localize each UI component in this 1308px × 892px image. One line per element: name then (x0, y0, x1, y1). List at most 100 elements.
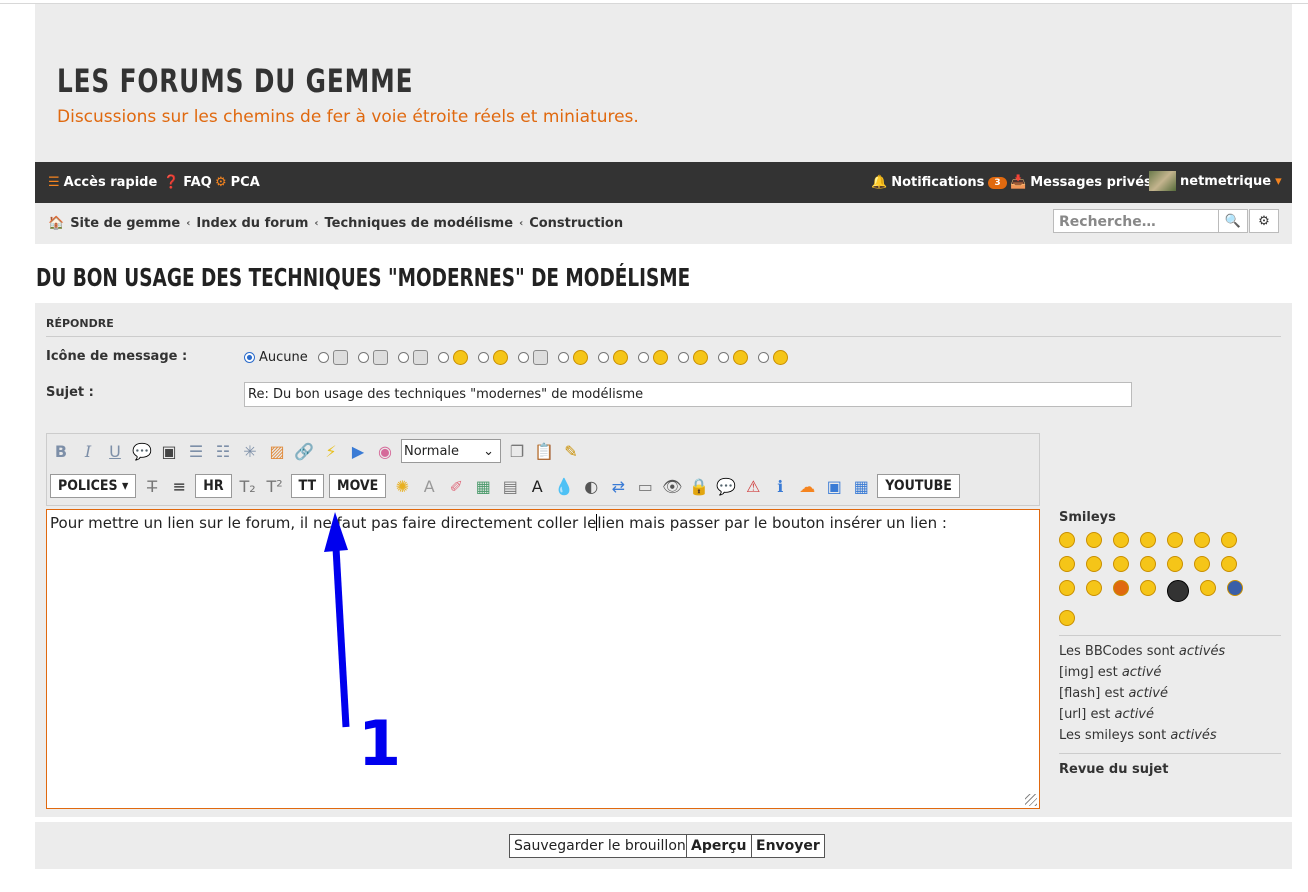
smiley-icon[interactable] (1086, 580, 1102, 596)
smiley-icon[interactable] (1167, 580, 1189, 602)
shadow-icon[interactable]: A (418, 475, 440, 497)
grid-icon[interactable]: ▦ (850, 475, 872, 497)
bullet-list-icon[interactable]: ☰ (185, 440, 207, 462)
move-button[interactable]: MOVE (329, 474, 387, 498)
subject-input[interactable]: Re: Du bon usage des techniques "moderne… (244, 382, 1132, 407)
swap-icon[interactable]: ⇄ (607, 475, 629, 497)
smiley-icon[interactable] (1086, 556, 1102, 572)
smiley-icon[interactable] (1086, 532, 1102, 548)
code-icon[interactable]: ▣ (158, 440, 180, 462)
subscript-icon[interactable]: T₂ (237, 475, 259, 497)
pca-link[interactable]: ⚙ PCA (215, 175, 260, 190)
radio-icon[interactable] (437, 352, 449, 363)
smiley-icon[interactable] (1059, 610, 1075, 626)
smiley-icon[interactable] (1113, 532, 1129, 548)
strikethrough-icon[interactable]: T̶ (141, 475, 163, 497)
lock-icon[interactable]: 🔒 (688, 475, 710, 497)
smiley-icon[interactable] (1113, 556, 1129, 572)
align-center-icon[interactable]: ≡ (168, 475, 190, 497)
spoiler-icon[interactable]: 👁 (661, 475, 683, 497)
media-icon[interactable]: ▣ (823, 475, 845, 497)
paste-icon[interactable]: 📋 (533, 440, 555, 462)
breadcrumb-item[interactable]: Techniques de modélisme (325, 216, 514, 231)
breadcrumb-item[interactable]: Construction (529, 216, 623, 231)
bold-icon[interactable]: B (50, 440, 72, 462)
search-input[interactable]: Recherche… (1053, 209, 1219, 233)
advanced-search-button[interactable]: ⚙ (1249, 209, 1279, 233)
message-textarea[interactable]: Pour mettre un lien sur le forum, il ne … (46, 509, 1040, 809)
smiley-icon[interactable] (1140, 580, 1156, 596)
breadcrumb-item[interactable]: Index du forum (196, 216, 308, 231)
smiley-icon[interactable] (1140, 532, 1156, 548)
speech-icon[interactable]: 💬 (715, 475, 737, 497)
soundcloud-icon[interactable]: ☁ (796, 475, 818, 497)
notifications-link[interactable]: 🔔 Notifications 3 (871, 175, 1007, 190)
radio-icon[interactable] (677, 352, 689, 363)
image-icon[interactable]: ▨ (266, 440, 288, 462)
highlight-icon[interactable]: ✐ (445, 475, 467, 497)
quote-icon[interactable]: 💬 (131, 440, 153, 462)
fonts-dropdown[interactable]: POLICES ▾ (50, 474, 137, 498)
color-icon[interactable]: ◉ (374, 440, 396, 462)
link-icon[interactable]: 🔗 (293, 440, 315, 462)
flash-icon[interactable]: ⚡ (320, 440, 342, 462)
smiley-icon[interactable] (1227, 580, 1243, 596)
tt-button[interactable]: TT (290, 474, 325, 498)
font-size-select[interactable]: Normale ⌄ (401, 439, 501, 463)
radio-icon[interactable] (357, 352, 369, 363)
radio-icon[interactable] (597, 352, 609, 363)
smiley-icon[interactable] (1140, 556, 1156, 572)
smiley-icon[interactable] (1059, 556, 1075, 572)
radio-icon[interactable] (517, 352, 529, 363)
quick-access-menu[interactable]: ☰ Accès rapide (48, 175, 157, 190)
topic-title[interactable]: DU BON USAGE DES TECHNIQUES "MODERNES" D… (36, 263, 690, 292)
smiley-icon[interactable] (1113, 580, 1129, 596)
contrast-icon[interactable]: ◐ (580, 475, 602, 497)
info-icon[interactable]: ℹ (769, 475, 791, 497)
smiley-icon[interactable] (1221, 556, 1237, 572)
preview-button[interactable]: Aperçu (686, 834, 752, 858)
drop-icon[interactable]: 💧 (553, 475, 575, 497)
box-icon[interactable]: ▭ (634, 475, 656, 497)
numbered-list-icon[interactable]: ☷ (212, 440, 234, 462)
submit-button[interactable]: Envoyer (751, 834, 825, 858)
radio-icon[interactable] (637, 352, 649, 363)
save-draft-button[interactable]: Sauvegarder le brouillon (509, 834, 691, 858)
copy-icon[interactable]: ❐ (506, 440, 528, 462)
hr-button[interactable]: HR (195, 474, 232, 498)
window-icon[interactable]: ▤ (499, 475, 521, 497)
italic-icon[interactable]: I (77, 440, 99, 462)
radio-icon[interactable] (557, 352, 569, 363)
smiley-icon[interactable] (1167, 556, 1183, 572)
smiley-icon[interactable] (1167, 532, 1183, 548)
smiley-icon[interactable] (1221, 532, 1237, 548)
radio-none[interactable] (244, 352, 255, 363)
outline-text-icon[interactable]: A (526, 475, 548, 497)
table-icon[interactable]: ▦ (472, 475, 494, 497)
smiley-icon[interactable] (1194, 556, 1210, 572)
private-messages-link[interactable]: 📥 Messages privés (1010, 175, 1152, 190)
resize-handle[interactable] (1025, 794, 1037, 806)
faq-link[interactable]: ❓ FAQ (163, 175, 212, 190)
smiley-icon[interactable] (1200, 580, 1216, 596)
radio-icon[interactable] (717, 352, 729, 363)
warning-icon[interactable]: ⚠ (742, 475, 764, 497)
list-item-icon[interactable]: ✳ (239, 440, 261, 462)
radio-icon[interactable] (317, 352, 329, 363)
site-title[interactable]: LES FORUMS DU GEMME (57, 62, 413, 100)
user-menu[interactable]: netmetrique ▾ (1149, 171, 1282, 191)
superscript-icon[interactable]: T² (264, 475, 286, 497)
video-icon[interactable]: ▶ (347, 440, 369, 462)
breadcrumb-item[interactable]: Site de gemme (70, 216, 180, 231)
spellcheck-icon[interactable]: ✎ (560, 440, 582, 462)
youtube-button[interactable]: YOUTUBE (877, 474, 960, 498)
radio-icon[interactable] (477, 352, 489, 363)
radio-icon[interactable] (397, 352, 409, 363)
smiley-icon[interactable] (1059, 532, 1075, 548)
glow-icon[interactable]: ✺ (391, 475, 413, 497)
radio-icon[interactable] (757, 352, 769, 363)
smiley-icon[interactable] (1059, 580, 1075, 596)
smiley-icon[interactable] (1194, 532, 1210, 548)
underline-icon[interactable]: U (104, 440, 126, 462)
topic-review-link[interactable]: Revue du sujet (1059, 762, 1281, 777)
